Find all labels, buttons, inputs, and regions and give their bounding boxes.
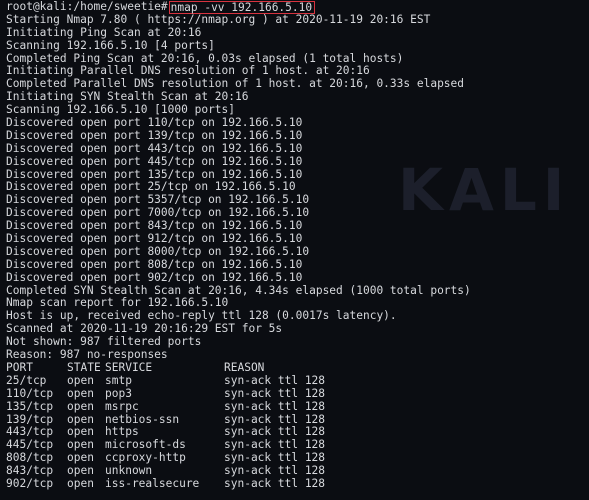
ports-table-header: PORT STATE SERVICE REASON xyxy=(6,360,589,375)
output-line: Discovered open port 443/tcp on 192.166.… xyxy=(6,141,303,155)
col-header-service: SERVICE xyxy=(105,360,153,374)
table-row: 110/tcp open pop3 syn-ack ttl 128 xyxy=(6,386,589,401)
output-line: Initiating Ping Scan at 20:16 xyxy=(6,25,202,39)
command-highlight: nmap -vv 192.166.5.10 xyxy=(168,0,316,14)
table-row: 902/tcp open iss-realsecure syn-ack ttl 128 xyxy=(6,476,589,491)
output-line: Discovered open port 110/tcp on 192.166.… xyxy=(6,116,303,130)
table-row: 135/tcp open msrpc syn-ack ttl 128 xyxy=(6,399,589,414)
state-cell: open xyxy=(67,373,94,387)
reason-cell: syn-ack ttl 128 xyxy=(224,399,326,413)
state-cell: open xyxy=(67,386,94,400)
shell-prompt: root@kali:/home/sweetie# xyxy=(6,0,168,13)
service-cell: pop3 xyxy=(105,386,132,400)
service-cell: smtp xyxy=(105,373,132,387)
output-line: Discovered open port 445/tcp on 192.166.… xyxy=(6,154,303,168)
service-cell: iss-realsecure xyxy=(105,476,200,490)
output-line: Discovered open port 902/tcp on 192.166.… xyxy=(6,270,303,284)
prompt-line: root@kali:/home/sweetie# nmap -vv 192.166… xyxy=(6,0,589,14)
port-cell: 902/tcp xyxy=(6,476,54,490)
col-header-reason: REASON xyxy=(224,360,265,374)
state-cell: open xyxy=(67,476,94,490)
output-line: Discovered open port 8000/tcp on 192.166… xyxy=(6,244,310,258)
output-line: Discovered open port 912/tcp on 192.166.… xyxy=(6,232,303,246)
reason-cell: syn-ack ttl 128 xyxy=(224,386,326,400)
output-line: Starting Nmap 7.80 ( https://nmap.org ) … xyxy=(6,12,431,26)
output-line: Reason: 987 no-responses xyxy=(6,348,168,362)
reason-cell: syn-ack ttl 128 xyxy=(224,476,326,490)
table-row: 25/tcp open smtp syn-ack ttl 128 xyxy=(6,373,589,388)
output-line: Discovered open port 808/tcp on 192.166.… xyxy=(6,257,303,271)
col-header-state: STATE xyxy=(67,360,101,374)
ports-table-body: 25/tcp open smtp syn-ack ttl 128 110/tcp open… xyxy=(6,373,589,491)
service-cell: msrpc xyxy=(105,399,139,413)
output-line: Discovered open port 139/tcp on 192.166.… xyxy=(6,128,303,142)
ports-table: PORT STATE SERVICE REASON 25/tcp open smtp… xyxy=(6,360,589,491)
scan-output: Starting Nmap 7.80 ( https://nmap.org ) … xyxy=(6,12,589,362)
port-cell: 135/tcp xyxy=(6,399,54,413)
reason-cell: syn-ack ttl 128 xyxy=(224,373,326,387)
col-header-port: PORT xyxy=(6,360,33,374)
output-line: Scanning 192.166.5.10 [4 ports] xyxy=(6,38,215,52)
port-cell: 110/tcp xyxy=(6,386,54,400)
state-cell: open xyxy=(67,399,94,413)
port-cell: 25/tcp xyxy=(6,373,47,387)
terminal-window[interactable]: KALI LI root@kali:/home/sweetie#nmap -vv… xyxy=(0,0,589,500)
